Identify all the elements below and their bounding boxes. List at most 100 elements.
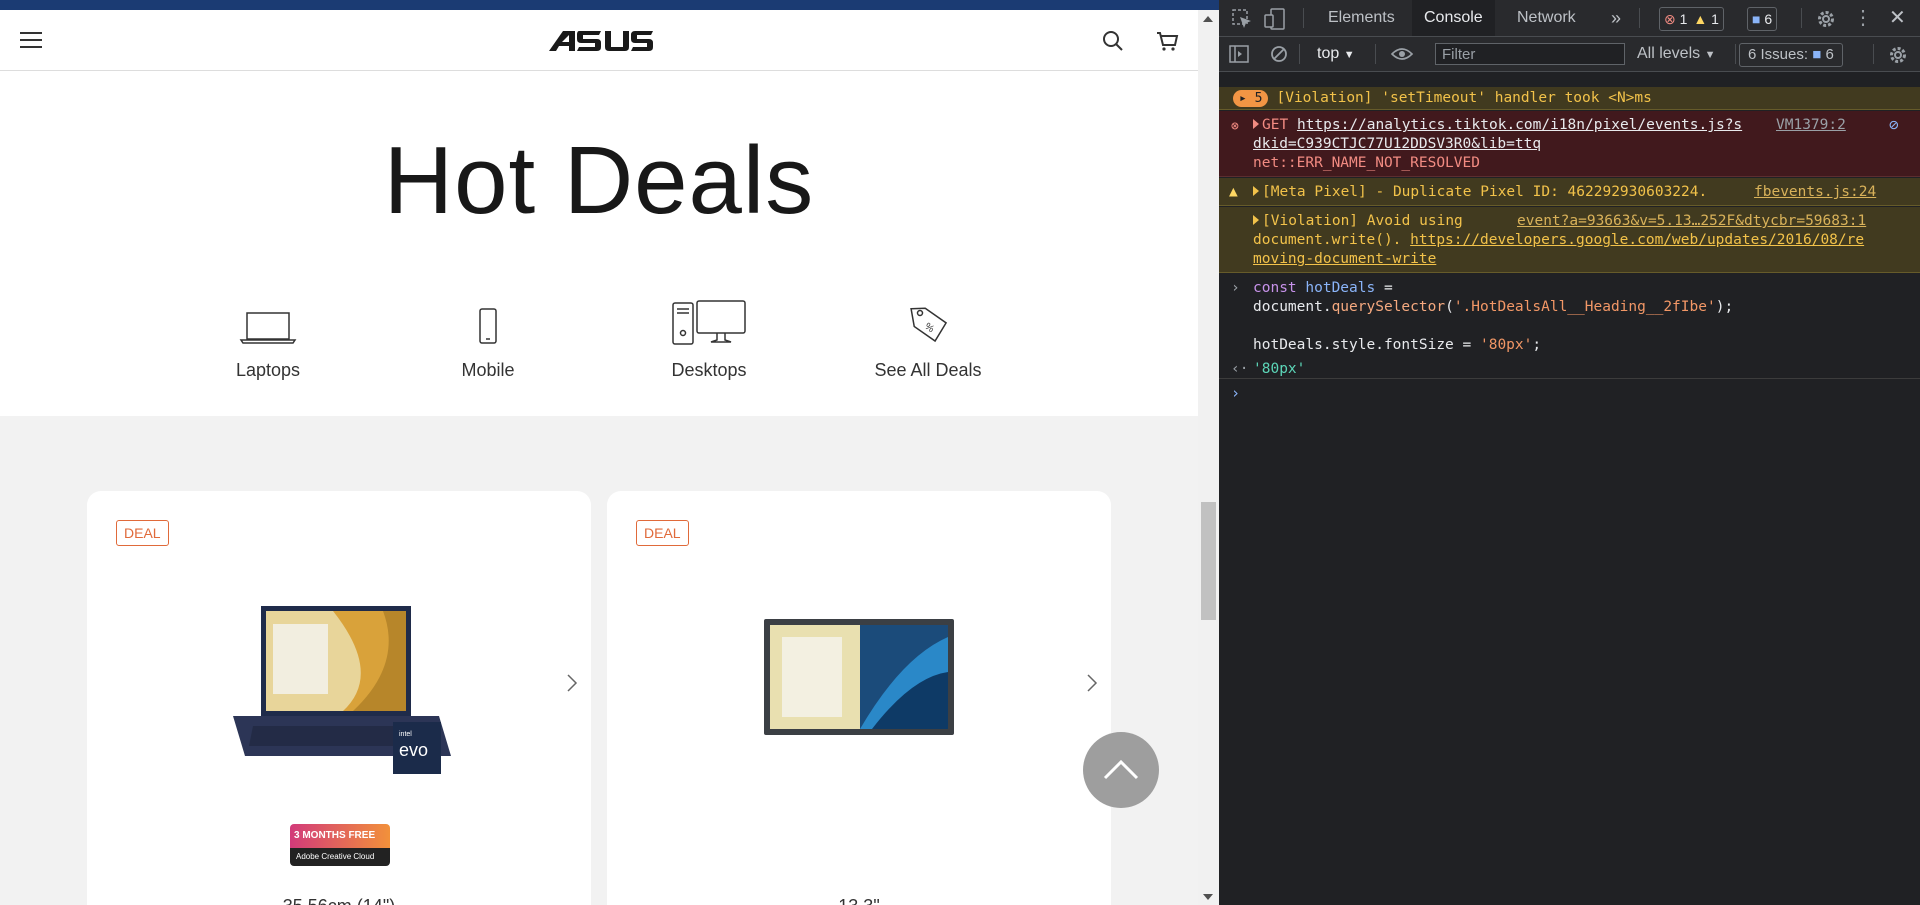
scrollbar-thumb[interactable] — [1201, 502, 1216, 620]
desktop-icon — [672, 300, 746, 345]
error-url-cont[interactable]: dkid=C939CTJC77U12DDSV3R0&lib=ttq — [1253, 136, 1541, 152]
warning-count: 1 — [1711, 11, 1719, 27]
svg-text:evo: evo — [399, 740, 428, 760]
browser-top-strip — [0, 0, 1219, 10]
svg-text:intel: intel — [399, 731, 412, 738]
network-request-icon[interactable]: ⊘ — [1889, 115, 1899, 134]
scroll-to-top-button[interactable] — [1083, 732, 1159, 808]
sidebar-toggle-icon[interactable] — [1229, 45, 1249, 63]
message-counter[interactable]: ■ 6 — [1747, 7, 1778, 31]
code-text: = — [1375, 280, 1393, 296]
docs-url[interactable]: https://developers.google.com/web/update… — [1410, 232, 1864, 248]
expand-triangle-icon[interactable] — [1253, 215, 1259, 225]
scroll-down-arrow-icon[interactable] — [1203, 894, 1213, 900]
filter-input[interactable]: Filter — [1435, 43, 1625, 65]
page-scrollbar[interactable] — [1198, 10, 1219, 905]
error-icon: ⊗ — [1664, 11, 1676, 27]
console-settings-gear-icon[interactable] — [1887, 44, 1909, 66]
code-text: ; — [1532, 337, 1542, 353]
code-text: hotDeals.style.fontSize = — [1253, 337, 1480, 353]
deal-badge: DEAL — [116, 520, 169, 546]
context-selector[interactable]: top ▼ — [1317, 37, 1355, 72]
deal-badge: DEAL — [636, 520, 689, 546]
category-desktops[interactable]: Desktops — [619, 286, 799, 381]
input-prompt-icon: › — [1231, 280, 1240, 296]
result-value: '80px' — [1253, 361, 1306, 377]
clear-console-icon[interactable] — [1270, 45, 1288, 63]
code-string: '80px' — [1479, 337, 1533, 353]
devtools-panel: Elements Console Network » ⊗ 1 ▲ 1 ■ 6 ⋮… — [1219, 0, 1920, 905]
message-text: [Violation] Avoid using — [1262, 213, 1463, 229]
scroll-up-arrow-icon[interactable] — [1203, 16, 1213, 22]
close-devtools-icon[interactable]: ✕ — [1889, 0, 1906, 36]
menu-icon[interactable] — [20, 30, 42, 48]
warning-icon: ▲ — [1693, 11, 1708, 27]
category-see-all-deals[interactable]: % See All Deals — [838, 286, 1018, 381]
mobile-icon — [479, 308, 497, 344]
console-message-error[interactable]: ⊗ GET https://analytics.tiktok.com/i18n/… — [1219, 111, 1920, 177]
console-message-violation[interactable]: ▸ 5 [Violation] 'setTimeout' handler took… — [1219, 87, 1920, 110]
settings-gear-icon[interactable] — [1815, 8, 1837, 30]
code-keyword: const — [1253, 280, 1297, 296]
tab-elements[interactable]: Elements — [1316, 0, 1407, 36]
message-icon: ■ — [1752, 11, 1761, 27]
console-message-warning[interactable]: ▲ [Meta Pixel] - Duplicate Pixel ID: 462… — [1219, 178, 1920, 206]
warning-icon: ▲ — [1229, 184, 1238, 200]
tab-network[interactable]: Network — [1505, 0, 1588, 36]
category-laptops[interactable]: Laptops — [178, 286, 358, 381]
code-text: ); — [1715, 299, 1734, 315]
issues-label: 6 Issues: — [1748, 46, 1809, 63]
error-net-text: net::ERR_NAME_NOT_RESOLVED — [1253, 155, 1480, 171]
message-text: document.write(). — [1253, 232, 1402, 248]
inspect-element-icon[interactable] — [1231, 8, 1253, 30]
expand-triangle-icon[interactable] — [1253, 186, 1259, 196]
docs-url-cont[interactable]: moving-document-write — [1253, 251, 1436, 267]
console-input[interactable] — [1249, 382, 1909, 404]
source-link[interactable]: VM1379:2 — [1776, 116, 1846, 135]
http-method: GET — [1262, 117, 1289, 133]
log-levels-dropdown[interactable]: All levels ▼ — [1637, 37, 1715, 72]
price-tag-icon: % — [910, 307, 948, 343]
deal-card[interactable]: DEAL 13.3" — [607, 491, 1111, 905]
console-prompt-icon[interactable]: › — [1231, 384, 1240, 402]
device-toolbar-icon[interactable] — [1263, 7, 1287, 31]
error-icon: ⊗ — [1231, 119, 1239, 134]
error-warning-counter[interactable]: ⊗ 1 ▲ 1 — [1659, 7, 1724, 31]
source-link[interactable]: fbevents.js:24 — [1754, 183, 1876, 202]
category-label: See All Deals — [874, 360, 982, 380]
console-input-echo[interactable]: › const hotDeals = document.querySelecto… — [1219, 274, 1920, 379]
message-count: 6 — [1764, 11, 1773, 27]
more-tabs-icon[interactable]: » — [1599, 0, 1633, 36]
cart-icon[interactable] — [1154, 28, 1180, 54]
issues-count: 6 — [1825, 46, 1834, 63]
tab-console[interactable]: Console — [1412, 0, 1495, 36]
source-link[interactable]: event?a=93663&v=5.13…252F&dtycbr=59683:1 — [1517, 212, 1866, 231]
expand-triangle-icon[interactable] — [1253, 119, 1259, 129]
asus-logo[interactable] — [545, 25, 655, 55]
deal-card[interactable]: DEAL intel evo 3 MONTHS FREE Adobe Creat… — [87, 491, 591, 905]
code-variable: hotDeals — [1305, 280, 1376, 296]
repeat-count: 5 — [1254, 91, 1263, 106]
search-icon[interactable] — [1100, 28, 1126, 54]
code-function: querySelector — [1331, 299, 1446, 315]
chevron-right-icon[interactable] — [1082, 671, 1102, 695]
product-title[interactable]: 35.56cm (14") — [87, 896, 591, 905]
console-message-violation-docwrite[interactable]: [Violation] Avoid using document.write()… — [1219, 207, 1920, 273]
site-header — [0, 10, 1198, 71]
category-mobile[interactable]: Mobile — [398, 286, 578, 381]
message-text: [Meta Pixel] - Duplicate Pixel ID: 46229… — [1262, 184, 1708, 200]
result-arrow-icon: ‹· — [1231, 361, 1249, 377]
more-options-icon[interactable]: ⋮ — [1853, 0, 1873, 36]
issues-button[interactable]: 6 Issues: ■ 6 — [1739, 43, 1843, 67]
live-expression-eye-icon[interactable] — [1390, 46, 1414, 62]
adobe-promo-badge: 3 MONTHS FREE Adobe Creative Cloud — [290, 824, 390, 866]
error-url[interactable]: https://analytics.tiktok.com/i18n/pixel/… — [1297, 117, 1742, 133]
laptop-product-image: intel evo — [233, 606, 451, 774]
hero-title: Hot Deals — [383, 127, 815, 234]
dropdown-arrow-icon: ▼ — [1704, 49, 1716, 61]
dropdown-arrow-icon: ▼ — [1343, 49, 1355, 61]
website-viewport: Hot Deals Laptops Mobile Desktops % See … — [0, 10, 1198, 905]
console-toolbar: top ▼ Filter All levels ▼ 6 Issues: ■ 6 — [1219, 37, 1920, 72]
product-title[interactable]: 13.3" — [607, 896, 1111, 905]
chevron-right-icon[interactable] — [562, 671, 582, 695]
